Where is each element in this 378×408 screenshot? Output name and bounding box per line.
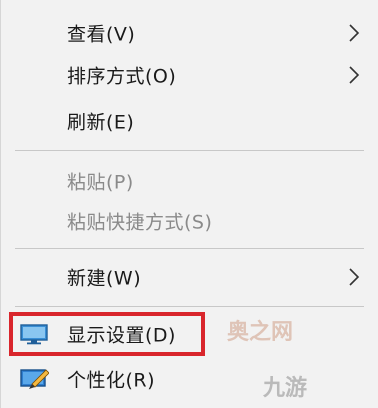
- menu-item-paste-shortcut[interactable]: 粘贴快捷方式(S): [1, 198, 378, 244]
- context-menu: 查看(V) 排序方式(O) 刷新(E) 粘贴(P) 粘贴快捷方式(S) 新建(W…: [0, 0, 378, 408]
- menu-item-view[interactable]: 查看(V): [1, 10, 378, 56]
- menu-item-label: 粘贴快捷方式(S): [67, 211, 213, 234]
- menu-item-label: 查看(V): [67, 23, 136, 46]
- menu-item-label: 个性化(R): [67, 369, 156, 392]
- chevron-right-icon: [349, 66, 360, 84]
- highlight-box: [9, 312, 205, 356]
- menu-item-new[interactable]: 新建(W): [1, 254, 378, 300]
- menu-item-label: 新建(W): [67, 267, 142, 290]
- chevron-right-icon: [349, 268, 360, 286]
- menu-item-sort-by[interactable]: 排序方式(O): [1, 52, 378, 98]
- menu-item-refresh[interactable]: 刷新(E): [1, 98, 378, 144]
- menu-separator: [15, 150, 364, 151]
- menu-separator: [15, 248, 364, 249]
- menu-item-label: 刷新(E): [67, 111, 135, 134]
- menu-item-personalize[interactable]: 个性化(R): [1, 356, 378, 402]
- personalize-icon: [20, 369, 49, 389]
- menu-separator: [15, 306, 364, 307]
- menu-item-label: 排序方式(O): [67, 65, 177, 88]
- menu-item-label: 粘贴(P): [67, 171, 134, 194]
- chevron-right-icon: [349, 24, 360, 42]
